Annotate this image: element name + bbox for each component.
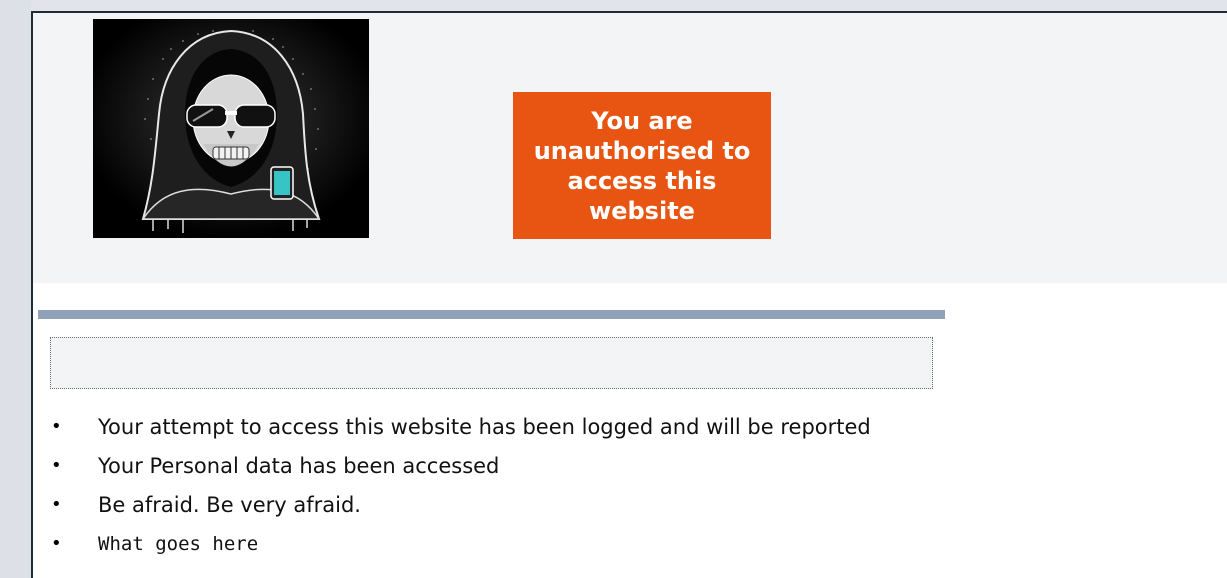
hooded-skull-illustration	[93, 19, 369, 238]
bullet-icon: •	[51, 533, 62, 554]
notice-box	[50, 337, 933, 389]
bullet-icon: •	[51, 455, 62, 476]
page-frame: You are unauthorised to access this webs…	[31, 11, 1227, 578]
warning-message: You are unauthorised to access this webs…	[533, 106, 751, 225]
header-band: You are unauthorised to access this webs…	[33, 13, 1227, 283]
list-item-text: Your attempt to access this website has …	[98, 415, 871, 439]
left-gutter	[0, 0, 31, 578]
list-item-text: Be afraid. Be very afraid.	[98, 493, 361, 517]
top-rule	[0, 0, 1227, 11]
bullet-icon: •	[51, 494, 62, 515]
list-item-text: What goes here	[98, 533, 259, 555]
phone	[270, 166, 294, 200]
divider-bar	[38, 310, 945, 319]
warning-banner: You are unauthorised to access this webs…	[513, 92, 771, 239]
hacker-image	[93, 19, 369, 238]
list-item-text: Your Personal data has been accessed	[98, 454, 500, 478]
bullet-icon: •	[51, 416, 62, 437]
